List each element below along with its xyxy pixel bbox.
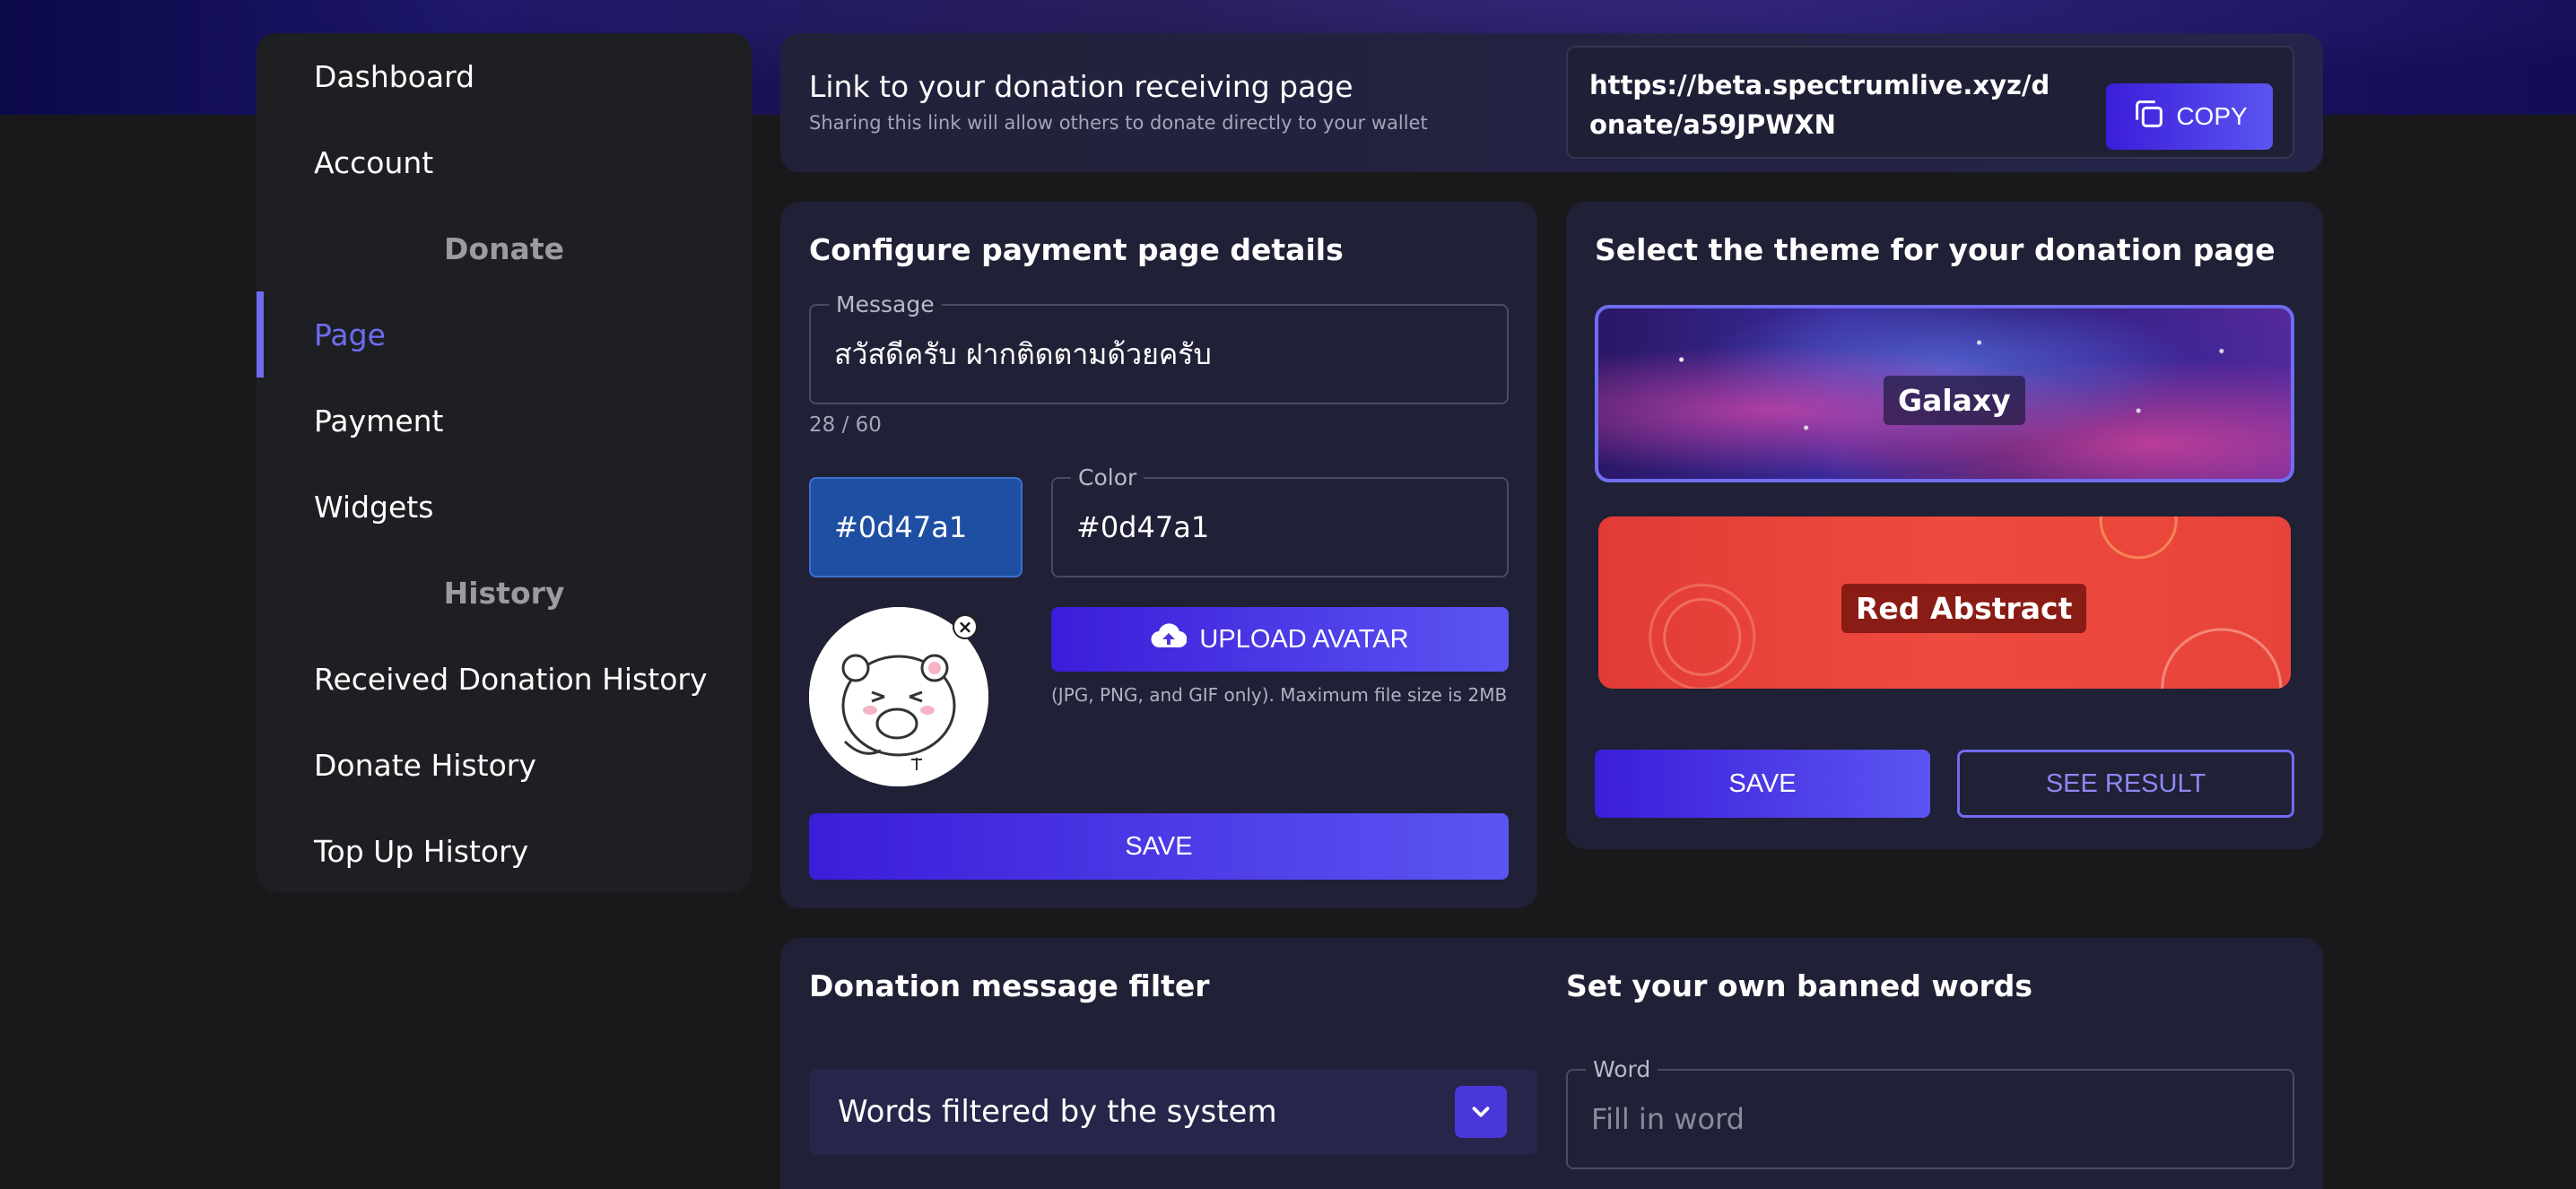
color-field[interactable]: Color #0d47a1 (1051, 464, 1509, 577)
donation-link-url[interactable]: https://beta.spectrumlive.xyz/donate/a59… (1589, 65, 2056, 144)
save-theme-label: SAVE (1728, 768, 1797, 798)
system-filter-label: Words filtered by the system (838, 1094, 1277, 1130)
color-swatch-preview[interactable]: #0d47a1 (809, 477, 1023, 577)
theme-red-abstract-label: Red Abstract (1841, 584, 2087, 633)
see-result-label: SEE RESULT (2045, 768, 2206, 798)
save-config-label: SAVE (1125, 831, 1193, 861)
banned-word-input[interactable]: Fill in word (1591, 1071, 1745, 1167)
banned-words-title: Set your own banned words (1566, 968, 2033, 1003)
sidebar-item-page[interactable]: Page (257, 291, 752, 378)
message-field[interactable]: Message สวัสดีครับ ฝากติดตามด้วยครับ (809, 291, 1509, 404)
theme-option-galaxy[interactable]: Galaxy (1595, 305, 2294, 482)
donation-link-box: https://beta.spectrumlive.xyz/donate/a59… (1566, 46, 2294, 159)
link-card-title: Link to your donation receiving page (809, 69, 1353, 104)
sidebar-section-donate: Donate (444, 230, 564, 266)
copy-icon (2131, 96, 2167, 138)
save-theme-button[interactable]: SAVE (1595, 750, 1930, 818)
message-input[interactable]: สวัสดีครับ ฝากติดตามด้วยครับ (834, 306, 1212, 403)
sidebar-item-payment[interactable]: Payment (257, 378, 752, 464)
upload-avatar-label: UPLOAD AVATAR (1199, 624, 1409, 654)
sidebar-item-dashboard[interactable]: Dashboard (257, 33, 752, 119)
sidebar-item-top-up-history[interactable]: Top Up History (257, 808, 752, 892)
see-result-button[interactable]: SEE RESULT (1957, 750, 2294, 818)
link-card-subtitle: Sharing this link will allow others to d… (809, 112, 1428, 134)
upload-hint: (JPG, PNG, and GIF only). Maximum file s… (1051, 684, 1508, 706)
copy-button-label: COPY (2176, 102, 2248, 130)
sidebar-item-account[interactable]: Account (257, 119, 752, 205)
payment-page-config-card: Configure payment page details Message ส… (780, 202, 1537, 908)
color-input[interactable]: #0d47a1 (1076, 479, 1209, 576)
theme-option-red-abstract[interactable]: Red Abstract (1598, 516, 2291, 689)
cloud-upload-icon (1151, 622, 1188, 656)
filter-card-title: Donation message filter (809, 968, 1210, 1003)
chevron-down-icon[interactable] (1455, 1086, 1507, 1138)
system-filter-dropdown[interactable]: Words filtered by the system (809, 1069, 1537, 1155)
theme-select-card: Select the theme for your donation page … (1566, 202, 2323, 849)
theme-card-title: Select the theme for your donation page (1595, 232, 2276, 267)
upload-avatar-button[interactable]: UPLOAD AVATAR (1051, 607, 1509, 672)
sidebar-section-history: History (443, 575, 565, 611)
message-filter-card: Donation message filter Set your own ban… (780, 938, 2323, 1189)
save-config-button[interactable]: SAVE (809, 813, 1509, 880)
banned-word-field[interactable]: Word Fill in word (1566, 1056, 2294, 1169)
donation-link-card: Link to your donation receiving page Sha… (780, 33, 2323, 172)
sidebar-item-donate-history[interactable]: Donate History (257, 722, 752, 808)
message-char-counter: 28 / 60 (809, 413, 882, 437)
config-card-title: Configure payment page details (809, 232, 1344, 267)
theme-galaxy-label: Galaxy (1884, 376, 2025, 425)
sidebar: Dashboard Account Donate Page Payment Wi… (257, 33, 752, 892)
sidebar-item-received-donation-history[interactable]: Received Donation History (257, 636, 752, 722)
copy-link-button[interactable]: COPY (2106, 83, 2273, 150)
sidebar-item-widgets[interactable]: Widgets (257, 464, 752, 550)
remove-avatar-button[interactable]: × (953, 614, 978, 639)
